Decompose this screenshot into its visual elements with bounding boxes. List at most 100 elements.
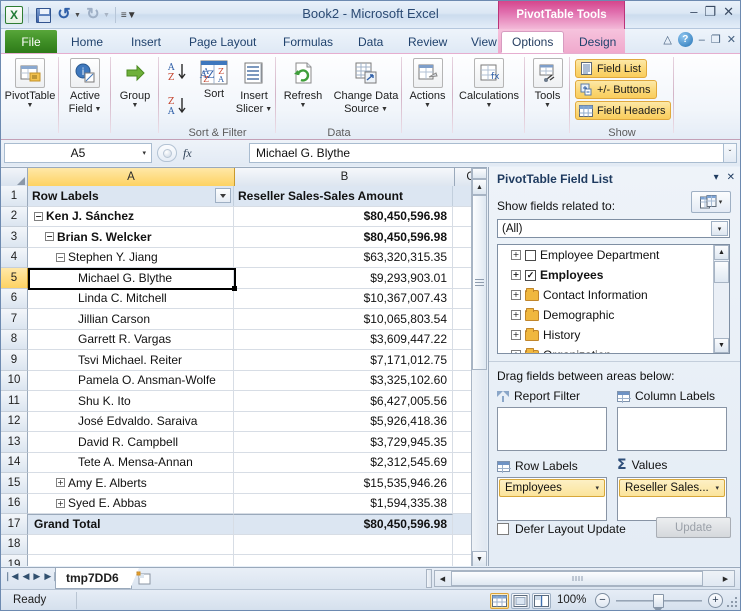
sort-ascending-button[interactable]: A Z [165,60,189,84]
previous-sheet-button[interactable]: ◀ [22,571,29,582]
field-item-contact-information[interactable]: + Contact Information [498,285,729,305]
insert-worksheet-icon[interactable] [132,570,158,587]
chevron-down-icon[interactable]: ▾ [595,484,599,492]
row-header-16[interactable]: 16 [1,493,28,514]
cell-a6[interactable]: Linda C. Mitchell [28,288,234,308]
defer-layout-update-row[interactable]: Defer Layout Update [497,522,626,536]
row-header-11[interactable]: 11 [1,391,28,412]
cell-a17[interactable]: Grand Total [28,514,234,534]
defer-layout-update-checkbox[interactable] [497,523,509,535]
tab-review[interactable]: Review [398,31,457,53]
window-resize-grip[interactable] [725,595,737,607]
cell-b15[interactable]: $15,535,946.26 [234,473,453,493]
cell-b11[interactable]: $6,427,005.56 [234,391,453,411]
field-headers-toggle[interactable]: Field Headers [575,101,672,120]
expand-toggle-icon[interactable]: + [56,478,65,488]
row-header-15[interactable]: 15 [1,473,28,494]
cell-b9[interactable]: $7,171,012.75 [234,350,453,370]
values-field-chip[interactable]: Reseller Sales... ▾ [619,479,725,497]
scroll-left-button[interactable]: ◀ [435,571,450,586]
tab-insert[interactable]: Insert [121,31,171,53]
row-header-10[interactable]: 10 [1,370,28,391]
field-list-toggle[interactable]: Field List [575,59,648,78]
chevron-down-icon[interactable]: ▼ [300,102,307,109]
row-header-1[interactable]: 1 [1,186,28,207]
minimize-workbook-icon[interactable]: – [699,34,705,46]
zoom-slider-thumb[interactable] [653,594,664,610]
update-button[interactable]: Update [656,517,731,538]
expand-toggle-icon[interactable]: + [511,330,521,340]
expand-formula-bar-icon[interactable]: ˇ [723,143,737,163]
cell-b18[interactable] [234,534,453,554]
chevron-down-icon[interactable]: ▼ [27,102,34,109]
collapse-toggle-icon[interactable]: − [45,232,54,242]
tab-file[interactable]: File [5,30,57,53]
scrollbar-thumb[interactable] [451,571,703,586]
field-item-demographic[interactable]: + Demographic [498,305,729,325]
normal-view-button[interactable] [490,593,509,609]
field-item-organization[interactable]: + Organization [498,345,729,353]
calculations-button[interactable]: fx Calculations ▼ [453,57,525,109]
field-checkbox[interactable] [525,249,536,261]
row-header-13[interactable]: 13 [1,432,28,453]
zoom-in-button[interactable]: + [708,593,723,608]
cell-a16[interactable]: + Syed E. Abbas [28,493,234,513]
expand-toggle-icon[interactable]: + [56,498,65,508]
horizontal-scrollbar[interactable]: ◀ ▶ [434,570,735,587]
restore-button[interactable]: ❐ [704,5,716,18]
cell-b4[interactable]: $63,320,315.35 [234,247,453,267]
next-sheet-button[interactable]: ▶ [33,571,40,582]
row-header-18[interactable]: 18 [1,534,28,555]
row-header-7[interactable]: 7 [1,309,28,330]
cell-a8[interactable]: Garrett R. Vargas [28,329,234,349]
chevron-down-icon[interactable]: ▾ [719,199,723,206]
select-all-corner[interactable] [1,168,28,186]
column-header-a[interactable]: A [28,168,235,186]
chevron-down-icon[interactable]: ▼ [486,102,493,109]
row-header-14[interactable]: 14 [1,452,28,473]
chevron-down-icon[interactable]: ▼ [424,102,431,109]
page-break-preview-button[interactable] [532,593,551,609]
restore-workbook-icon[interactable]: ❐ [711,33,721,46]
field-item-history[interactable]: + History [498,325,729,345]
row-header-19[interactable]: 19 [1,555,28,566]
scroll-right-button[interactable]: ▶ [718,571,733,586]
active-field-button[interactable]: i Active Field ▼ [59,57,111,115]
cell-b19[interactable] [234,555,453,566]
formula-input[interactable]: Michael G. Blythe [249,143,728,163]
field-list-box[interactable]: + Employee Department + ✓ Employees + Co… [497,244,730,354]
cell-a13[interactable]: David R. Campbell [28,432,234,452]
chevron-down-icon[interactable]: ▼ [544,102,551,109]
cell-a14[interactable]: Tete A. Mensa-Annan [28,452,234,472]
row-header-9[interactable]: 9 [1,350,28,371]
page-layout-view-button[interactable] [511,593,530,609]
row-header-4[interactable]: 4 [1,247,28,268]
tab-page-layout[interactable]: Page Layout [179,31,266,53]
tab-view[interactable]: View [461,31,507,53]
cell-a19[interactable] [28,555,234,566]
cell-b10[interactable]: $3,325,102.60 [234,370,453,390]
cell-a10[interactable]: Pamela O. Ansman-Wolfe [28,370,234,390]
field-item-employee-department[interactable]: + Employee Department [498,245,729,265]
tab-design[interactable]: Design [569,31,626,53]
field-item-employees[interactable]: + ✓ Employees [498,265,729,285]
row-labels-filter-button[interactable] [215,188,231,203]
chevron-down-icon[interactable]: ▾ [142,149,146,157]
chevron-down-icon[interactable]: ▼ [381,106,388,113]
collapse-toggle-icon[interactable]: − [34,211,43,221]
column-header-b[interactable]: B [235,168,455,186]
group-button[interactable]: Group ▼ [111,57,159,109]
panel-close-icon[interactable]: ✕ [727,172,735,183]
help-icon[interactable]: ? [677,32,693,47]
scroll-up-button[interactable]: ▲ [472,179,487,195]
scrollbar-thumb[interactable] [714,261,729,283]
panel-menu-icon[interactable]: ▾ [714,172,719,183]
cell-b16[interactable]: $1,594,335.38 [234,493,453,513]
cell-b5[interactable]: $9,293,903.01 [234,268,453,288]
change-data-source-button[interactable]: Change Data Source ▼ [330,57,402,115]
row-header-3[interactable]: 3 [1,227,28,248]
sheet-tab-tmp7dd6[interactable]: tmp7DD6 [55,568,139,589]
chevron-down-icon[interactable]: ▾ [715,484,719,492]
report-filter-dropzone[interactable] [497,407,607,451]
chevron-down-icon[interactable]: ▾ [711,221,728,236]
